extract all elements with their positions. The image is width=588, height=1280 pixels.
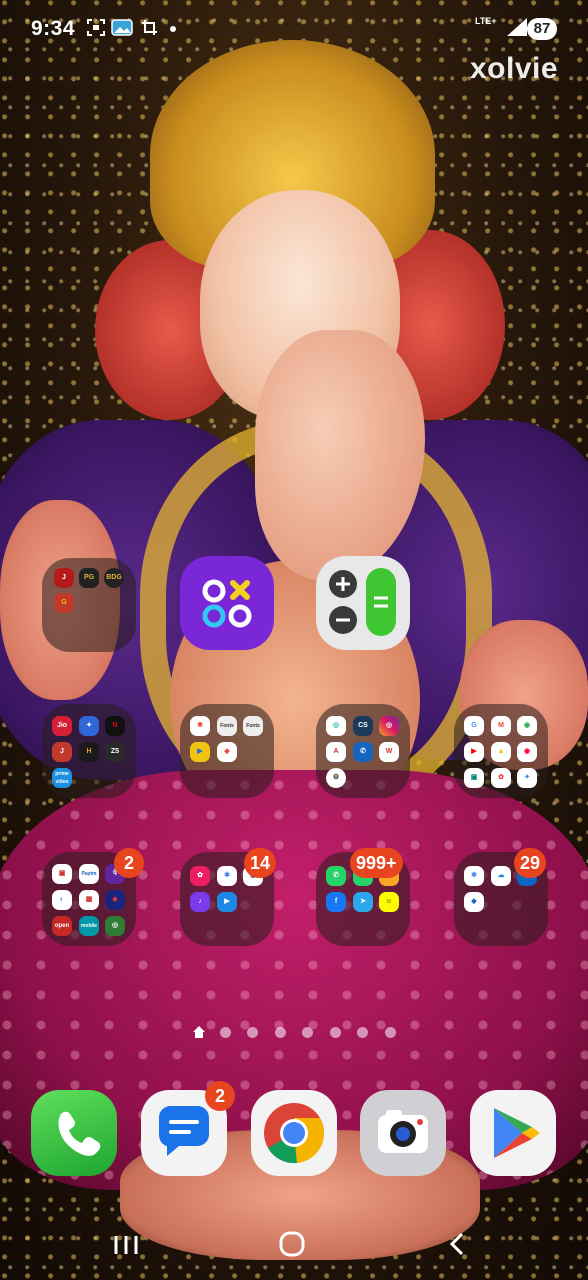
folder-app-icon: ✱: [190, 716, 210, 736]
folder-finance-badge: 2: [114, 848, 144, 878]
app-calculator[interactable]: [316, 556, 410, 650]
folder-app-icon: ◎: [326, 716, 346, 736]
math-symbols-icon: [202, 579, 252, 628]
folder-app-icon: BDG: [104, 568, 124, 588]
folder-app-icon: ✦: [517, 768, 537, 788]
app-mathsolver[interactable]: [180, 556, 274, 650]
folder-app-icon: ▶: [190, 742, 210, 762]
folder-app-icon: mobile: [79, 916, 99, 936]
folder-app-icon: ◎: [105, 916, 125, 936]
dock-chrome[interactable]: [251, 1090, 337, 1176]
page-dot: [357, 1027, 368, 1038]
folder-app-icon: W: [379, 742, 399, 762]
folder-games[interactable]: J PG BDG G: [42, 558, 136, 652]
camera-icon: [378, 1110, 428, 1153]
gallery-icon: [111, 19, 133, 36]
folder-app-icon: M: [491, 716, 511, 736]
folder-app-icon: open: [52, 916, 72, 936]
folder-app-icon: Fonts: [243, 716, 263, 736]
folder-app-icon: ▣: [52, 864, 72, 884]
folder-utilities[interactable]: ◎ CS ◎ A ✆ W ⚙: [316, 704, 410, 798]
folder-app-icon: G: [54, 593, 74, 613]
folder-app-icon: ⚙: [326, 768, 346, 788]
folder-app-icon: ♪: [190, 892, 210, 912]
folder-media[interactable]: ✿ ✱ ◉ ♪ ▶ 14: [180, 848, 277, 946]
folder-social-badge: 999+: [350, 848, 403, 878]
dock-phone[interactable]: [31, 1090, 117, 1176]
folder-app-icon: ➤: [353, 892, 373, 912]
folder-entertainment[interactable]: Jio ✦ N J H Z5 prime video: [42, 704, 136, 798]
folder-app-icon: ✆: [326, 866, 346, 886]
folder-app-icon: ◆: [464, 892, 484, 912]
folder-app-icon: CS: [353, 716, 373, 736]
navigation-bar: [0, 1210, 588, 1280]
home-page-icon: [193, 1026, 205, 1038]
folder-cloud[interactable]: ✱ ☁ in ◆ 29: [454, 848, 548, 946]
folder-app-icon: ▶: [217, 892, 237, 912]
folder-app-icon: ☁: [491, 866, 511, 886]
folder-app-icon: ✿: [190, 866, 210, 886]
folder-finance[interactable]: ▣ Paytm पे ◐ ▦ ◈ open mobile ◎ 2: [42, 848, 144, 946]
folder-app-icon: f: [326, 892, 346, 912]
messages-badge: 2: [205, 1081, 235, 1111]
folder-app-icon: ▦: [79, 890, 99, 910]
page-dot: [302, 1027, 313, 1038]
signal-icon: [507, 18, 527, 36]
folder-app-icon: Z5: [105, 742, 125, 762]
folder-app-icon: ☺: [379, 892, 399, 912]
folder-app-icon: J: [54, 568, 74, 588]
page-dot: [330, 1027, 341, 1038]
screenshot-icon: [87, 19, 105, 36]
play-store-icon: [494, 1108, 540, 1158]
folder-app-icon: ◆: [217, 742, 237, 762]
folder-app-icon: A: [326, 742, 346, 762]
calculator-icon: [329, 568, 396, 636]
folder-app-icon: ✦: [79, 716, 99, 736]
folder-app-icon: H: [79, 742, 99, 762]
page-dot: [220, 1027, 231, 1038]
folder-app-icon: Fonts: [217, 716, 237, 736]
back-button[interactable]: [438, 1228, 478, 1260]
folder-app-icon: ◈: [105, 890, 125, 910]
folder-social[interactable]: ✆ ✆ ◎ f ➤ ☺ 999+: [316, 848, 410, 946]
folder-app-icon: ▲: [491, 742, 511, 762]
folder-tools[interactable]: ✱ Fonts Fonts ▶ ◆: [180, 704, 274, 798]
folder-app-icon: ▶: [464, 742, 484, 762]
page-dot: [247, 1027, 258, 1038]
folder-app-icon: ◉: [517, 716, 537, 736]
crop-icon: [142, 20, 157, 35]
chrome-icon: [264, 1103, 325, 1164]
folder-app-icon: J: [52, 742, 72, 762]
folder-media-badge: 14: [244, 848, 277, 878]
folder-app-icon: Jio: [52, 716, 72, 736]
folder-google[interactable]: G M ◉ ▶ ▲ ◉ ▣ ✿ ✦: [454, 704, 548, 798]
network-type: LTE+: [475, 16, 497, 26]
page-dot: [385, 1027, 396, 1038]
recent-apps-button[interactable]: [106, 1228, 146, 1260]
folder-app-icon: ✱: [217, 866, 237, 886]
folder-app-icon: N: [105, 716, 125, 736]
folder-app-icon: Paytm: [79, 864, 99, 884]
folder-app-icon: ▣: [464, 768, 484, 788]
status-bar: 9:34 LTE+ 87: [0, 0, 588, 60]
folder-app-icon: ✱: [464, 866, 484, 886]
phone-icon: [58, 1111, 101, 1156]
battery-level: 87: [527, 18, 557, 40]
folder-app-icon: ◎: [379, 716, 399, 736]
page-dot: [275, 1027, 286, 1038]
folder-app-icon: G: [464, 716, 484, 736]
watermark-logo: xolvie: [470, 52, 559, 85]
folder-app-icon: prime video: [52, 768, 72, 788]
status-time: 9:34: [31, 17, 76, 40]
dock-camera[interactable]: [360, 1090, 446, 1176]
folder-app-icon: PG: [79, 568, 99, 588]
folder-cloud-badge: 29: [514, 848, 547, 878]
notification-dot-icon: [170, 26, 176, 32]
folder-app-icon: ◐: [52, 890, 72, 910]
folder-app-icon: ◉: [517, 742, 537, 762]
folder-app-icon: ✿: [491, 768, 511, 788]
home-button[interactable]: [272, 1228, 312, 1260]
folder-app-icon: ✆: [353, 742, 373, 762]
dock-playstore[interactable]: [470, 1090, 556, 1176]
